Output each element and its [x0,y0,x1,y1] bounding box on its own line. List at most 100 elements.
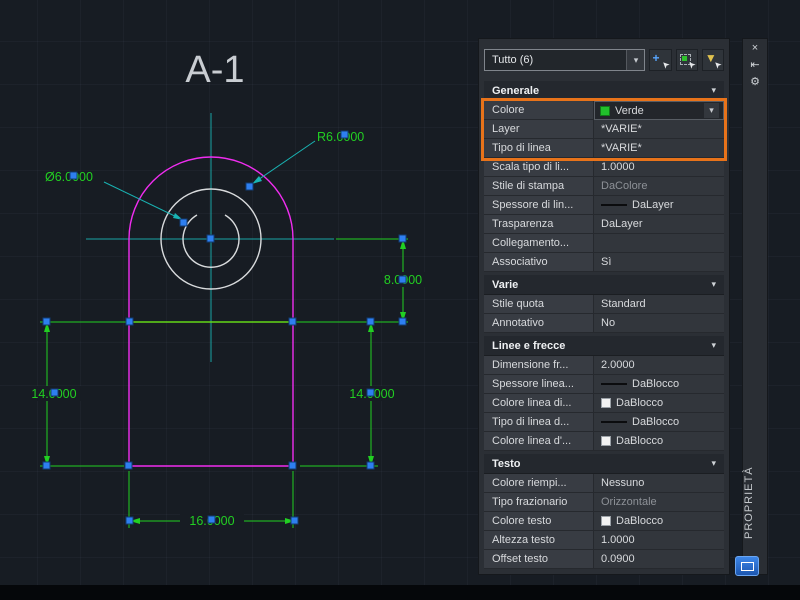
property-value[interactable]: Orizzontale [594,493,724,512]
section-header-linee-frecce[interactable]: Linee e frecce ▾ [484,336,724,356]
property-label: Dimensione fr... [484,356,594,375]
close-icon[interactable]: × [743,39,767,56]
property-value[interactable]: No [594,314,724,333]
section-header-generale[interactable]: Generale ▾ [484,81,724,101]
property-row-colore-testo: Colore testo DaBlocco [484,512,724,531]
property-row-colore-riempimento: Colore riempi... Nessuno [484,474,724,493]
property-value[interactable]: DaBlocco [594,394,724,413]
dim-text-diameter[interactable]: Ø6.0000 [45,170,93,184]
cursor-icon: ➤ [659,58,672,72]
property-value[interactable]: 0.0900 [594,550,724,569]
section-header-testo[interactable]: Testo ▾ [484,454,724,474]
property-value[interactable]: 2.0000 [594,356,724,375]
property-row-collegamento: Collegamento... [484,234,724,253]
grip[interactable] [125,516,134,525]
object-icon [681,56,687,61]
grip[interactable] [206,234,215,243]
property-row-stile-stampa: Stile di stampa DaColore [484,177,724,196]
grip[interactable] [207,515,216,524]
selection-filter-value: Tutto (6) [492,54,534,66]
pickadd-toggle-button[interactable]: + ➤ [649,49,672,72]
grip[interactable] [69,171,78,180]
selection-filter-dropdown[interactable]: Tutto (6) ▾ [484,49,646,71]
section-header-varie[interactable]: Varie ▾ [484,275,724,295]
property-label: Annotativo [484,314,594,333]
grip[interactable] [50,388,59,397]
property-label: Layer [484,120,594,139]
property-label: Spessore linea... [484,375,594,394]
property-value[interactable]: 1.0000 [594,158,724,177]
grip[interactable] [288,317,297,326]
grip[interactable] [124,461,133,470]
chevron-down-icon[interactable]: ▾ [704,103,719,118]
chevron-down-icon[interactable]: ▾ [711,340,716,351]
dimension-lines[interactable] [40,238,408,528]
property-row-tipo-linea-d: Tipo di linea d... DaBlocco [484,413,724,432]
property-value[interactable]: Standard [594,295,724,314]
highlight-box: Colore Verde ▾ Layer *VARIE* Tipo di lin… [484,101,724,158]
grip[interactable] [42,461,51,470]
properties-palette: Tutto (6) ▾ + ➤ ➤ ▼ ➤ Generale ▾ Colore … [478,38,768,575]
property-label: Colore [484,101,594,120]
property-value[interactable]: Nessuno [594,474,724,493]
select-objects-button[interactable]: ➤ [675,49,698,71]
grip[interactable] [398,275,407,284]
grip[interactable] [125,317,134,326]
property-value[interactable]: Sì [594,253,724,272]
view-title: A-1 [185,49,244,91]
lineweight-sample [601,204,627,206]
chevron-down-icon[interactable]: ▾ [711,85,716,96]
property-row-scala: Scala tipo di li... 1.0000 [484,158,724,177]
grip[interactable] [398,234,407,243]
property-value[interactable]: DaLayer [594,215,724,234]
chevron-down-icon[interactable]: ▾ [626,50,645,70]
property-value[interactable]: DaLayer [594,196,724,215]
grip[interactable] [42,317,51,326]
chevron-down-icon[interactable]: ▾ [711,279,716,290]
property-value[interactable] [594,234,724,253]
bottom-bar [0,585,800,600]
grip[interactable] [290,516,299,525]
property-row-annotativo: Annotativo No [484,314,724,333]
quick-select-button[interactable]: ▼ ➤ [701,49,724,71]
property-value[interactable]: 1.0000 [594,531,724,550]
property-row-offset-testo: Offset testo 0.0900 [484,550,724,569]
section-title: Generale [492,84,540,97]
property-row-associativo: Associativo Sì [484,253,724,272]
color-swatch-white [601,516,611,526]
property-value[interactable]: DaBlocco [594,413,724,432]
section-title: Linee e frecce [492,339,566,352]
grip[interactable] [366,461,375,470]
property-value[interactable]: *VARIE* [594,120,724,139]
properties-body: Tutto (6) ▾ + ➤ ➤ ▼ ➤ Generale ▾ Colore … [478,38,730,575]
selection-toolbar: Tutto (6) ▾ + ➤ ➤ ▼ ➤ [484,47,724,73]
grips[interactable] [42,130,407,525]
grip[interactable] [245,182,254,191]
section-title: Varie [492,278,519,291]
property-value[interactable]: DaBlocco [594,512,724,531]
property-label: Associativo [484,253,594,272]
property-label: Offset testo [484,550,594,569]
lineweight-sample [601,383,627,385]
property-value[interactable]: DaBlocco [594,432,724,451]
gear-icon[interactable]: ⚙ [743,73,767,90]
property-value[interactable]: DaColore [594,177,724,196]
grip[interactable] [179,218,188,227]
property-row-spessore-linea: Spessore linea... DaBlocco [484,375,724,394]
palette-title: PROPRIETÀ [743,466,755,540]
grip[interactable] [398,317,407,326]
property-value[interactable]: *VARIE* [594,139,724,158]
property-row-altezza-testo: Altezza testo 1.0000 [484,531,724,550]
grip[interactable] [366,388,375,397]
grip[interactable] [366,317,375,326]
palette-titlebar[interactable]: × ⇤ ⚙ PROPRIETÀ [742,38,768,575]
grip[interactable] [340,130,349,139]
quick-properties-icon[interactable] [735,556,759,576]
property-row-tipo-frazionario: Tipo frazionario Orizzontale [484,493,724,512]
color-dropdown[interactable]: Verde ▾ [594,101,724,120]
chevron-down-icon[interactable]: ▾ [711,458,716,469]
autohide-icon[interactable]: ⇤ [743,56,767,73]
property-value[interactable]: DaBlocco [594,375,724,394]
property-label: Colore riempi... [484,474,594,493]
grip[interactable] [288,461,297,470]
